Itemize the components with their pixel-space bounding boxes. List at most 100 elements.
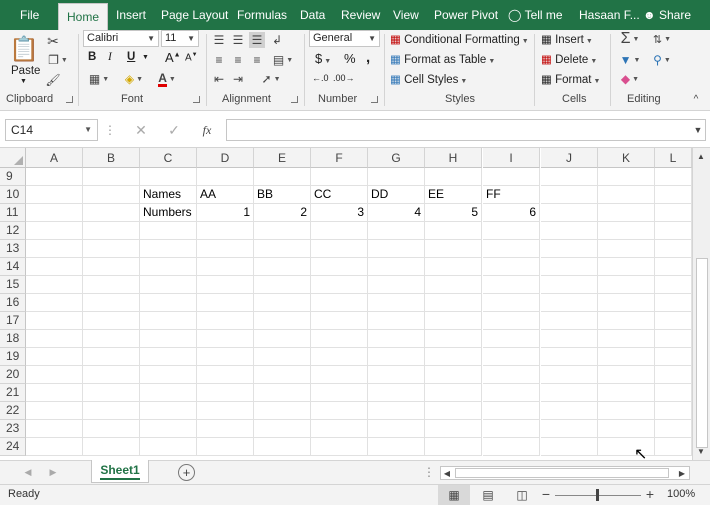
cell-g21[interactable] — [368, 384, 425, 402]
decrease-indent-icon[interactable]: ⇤ — [211, 71, 227, 87]
cell-e16[interactable] — [254, 294, 311, 312]
cell-h18[interactable] — [425, 330, 482, 348]
page-break-view-icon[interactable]: ◫ — [512, 485, 532, 505]
font-size-select[interactable]: 11 ▼ — [161, 30, 199, 47]
cell-d20[interactable] — [197, 366, 254, 384]
cell-h22[interactable] — [425, 402, 482, 420]
cell-i11[interactable]: 6 — [483, 204, 540, 222]
cell-e10[interactable]: BB — [254, 186, 311, 204]
cell-i12[interactable] — [483, 222, 540, 240]
cell-h14[interactable] — [425, 258, 482, 276]
cell-d21[interactable] — [197, 384, 254, 402]
cell-e12[interactable] — [254, 222, 311, 240]
cell-j10[interactable] — [541, 186, 598, 204]
cell-e11[interactable]: 2 — [254, 204, 311, 222]
cell-f21[interactable] — [311, 384, 368, 402]
tab-power-pivot[interactable]: Power Pivot — [434, 0, 498, 30]
currency-format-button[interactable]: $ ▼ — [315, 51, 331, 66]
cell-g14[interactable] — [368, 258, 425, 276]
cell-l15[interactable] — [655, 276, 692, 294]
cell-e9[interactable] — [254, 168, 311, 186]
cell-i13[interactable] — [483, 240, 540, 258]
page-layout-view-icon[interactable]: ▤ — [478, 485, 498, 505]
tab-home[interactable]: Home — [58, 3, 109, 30]
paste-icon[interactable]: 📋 — [9, 34, 39, 64]
cell-a11[interactable] — [26, 204, 83, 222]
cell-f16[interactable] — [311, 294, 368, 312]
user-name[interactable]: Hasaan F... — [579, 0, 640, 30]
cell-i23[interactable] — [483, 420, 540, 438]
cell-d22[interactable] — [197, 402, 254, 420]
cell-f15[interactable] — [311, 276, 368, 294]
zoom-in-icon[interactable]: + — [645, 486, 655, 502]
format-painter-icon[interactable]: 🖌 — [45, 72, 61, 88]
row-header-20[interactable]: 20 — [0, 366, 26, 384]
tab-data[interactable]: Data — [300, 0, 325, 30]
cell-k12[interactable] — [598, 222, 655, 240]
underline-dropdown-icon[interactable]: ▼ — [142, 54, 149, 61]
cell-i22[interactable] — [483, 402, 540, 420]
orientation-icon[interactable]: ➚ ▼ — [257, 71, 285, 87]
column-header-a[interactable]: A — [26, 148, 83, 168]
cell-j17[interactable] — [541, 312, 598, 330]
cell-j20[interactable] — [541, 366, 598, 384]
cell-b16[interactable] — [83, 294, 140, 312]
cell-b9[interactable] — [83, 168, 140, 186]
cell-h12[interactable] — [425, 222, 482, 240]
cell-a19[interactable] — [26, 348, 83, 366]
row-header-15[interactable]: 15 — [0, 276, 26, 294]
vertical-scrollbar[interactable]: ▲ ▼ — [692, 148, 710, 460]
cell-h16[interactable] — [425, 294, 482, 312]
increase-indent-icon[interactable]: ⇥ — [230, 71, 246, 87]
cell-a21[interactable] — [26, 384, 83, 402]
cell-a23[interactable] — [26, 420, 83, 438]
expand-formula-bar-icon[interactable]: ▼ — [692, 122, 704, 138]
sheet-tab-sheet1[interactable]: Sheet1 — [91, 460, 149, 483]
cell-c22[interactable] — [140, 402, 197, 420]
cell-h15[interactable] — [425, 276, 482, 294]
new-sheet-plus-icon[interactable]: + — [178, 464, 195, 481]
cell-d9[interactable] — [197, 168, 254, 186]
cell-k9[interactable] — [598, 168, 655, 186]
alignment-launcher-icon[interactable] — [291, 96, 298, 103]
scroll-right-arrow-icon[interactable]: ▶ — [677, 467, 687, 479]
horizontal-scrollbar[interactable]: ◀ ▶ — [440, 466, 690, 480]
align-top-icon[interactable]: ☰ — [211, 32, 227, 48]
cell-a17[interactable] — [26, 312, 83, 330]
cell-c10[interactable]: Names — [140, 186, 197, 204]
cell-g9[interactable] — [368, 168, 425, 186]
row-header-10[interactable]: 10 — [0, 186, 26, 204]
cell-a15[interactable] — [26, 276, 83, 294]
cell-j22[interactable] — [541, 402, 598, 420]
cell-g23[interactable] — [368, 420, 425, 438]
cell-l16[interactable] — [655, 294, 692, 312]
column-header-d[interactable]: D — [197, 148, 254, 168]
cell-e20[interactable] — [254, 366, 311, 384]
cell-b20[interactable] — [83, 366, 140, 384]
cell-h19[interactable] — [425, 348, 482, 366]
cell-k18[interactable] — [598, 330, 655, 348]
insert-cells-button[interactable]: ▦ Insert ▼ — [541, 32, 593, 46]
cell-f12[interactable] — [311, 222, 368, 240]
cell-a9[interactable] — [26, 168, 83, 186]
cell-g20[interactable] — [368, 366, 425, 384]
cell-l10[interactable] — [655, 186, 692, 204]
clear-icon[interactable]: ◆ ▼ — [616, 70, 644, 88]
cell-b18[interactable] — [83, 330, 140, 348]
cell-d16[interactable] — [197, 294, 254, 312]
cell-j9[interactable] — [541, 168, 598, 186]
cell-d23[interactable] — [197, 420, 254, 438]
cell-f13[interactable] — [311, 240, 368, 258]
cell-l17[interactable] — [655, 312, 692, 330]
cancel-icon[interactable]: ✕ — [133, 122, 149, 138]
cell-k14[interactable] — [598, 258, 655, 276]
row-header-19[interactable]: 19 — [0, 348, 26, 366]
column-header-l[interactable]: L — [655, 148, 692, 168]
cell-c12[interactable] — [140, 222, 197, 240]
cell-l9[interactable] — [655, 168, 692, 186]
cell-c19[interactable] — [140, 348, 197, 366]
borders-icon[interactable]: ▦ ▼ — [86, 71, 112, 87]
cell-f9[interactable] — [311, 168, 368, 186]
name-box[interactable]: C14 ▼ — [5, 119, 98, 141]
cut-icon[interactable]: ✂ — [45, 33, 61, 49]
